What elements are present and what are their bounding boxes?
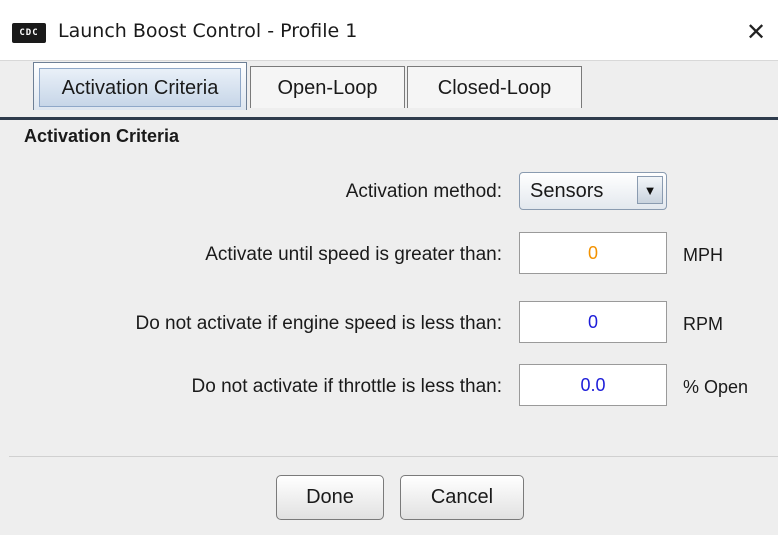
engine-speed-unit-label: RPM: [683, 314, 723, 334]
section-title: Activation Criteria: [24, 126, 180, 146]
speed-threshold-label: Activate until speed is greater than:: [205, 244, 502, 265]
activation-method-label: Activation method:: [345, 181, 502, 202]
activation-method-select[interactable]: Sensors ▼: [519, 172, 667, 210]
done-button[interactable]: Done: [276, 475, 384, 520]
close-icon[interactable]: ✕: [738, 14, 774, 50]
window-title: Launch Boost Control - Profile 1: [58, 20, 358, 42]
tab-closed-loop[interactable]: Closed-Loop: [407, 66, 582, 108]
throttle-threshold-input[interactable]: 0.0: [519, 364, 667, 406]
cancel-button[interactable]: Cancel: [400, 475, 524, 520]
tab-activation-criteria[interactable]: Activation Criteria: [33, 62, 247, 110]
speed-threshold-input[interactable]: 0: [519, 232, 667, 274]
tab-activation-criteria-label: Activation Criteria: [39, 68, 241, 107]
throttle-unit-label: % Open: [683, 377, 749, 397]
app-logo-icon: CDC: [12, 23, 46, 43]
speed-unit-label: MPH: [683, 245, 723, 265]
footer-divider: [9, 456, 778, 457]
title-bar: CDC Launch Boost Control - Profile 1 ✕: [0, 0, 778, 61]
throttle-threshold-label: Do not activate if throttle is less than…: [191, 376, 503, 397]
launch-boost-control-window: CDC Launch Boost Control - Profile 1 ✕ A…: [0, 0, 778, 535]
chevron-down-icon[interactable]: ▼: [637, 176, 663, 204]
activation-method-value: Sensors: [530, 180, 604, 202]
tab-open-loop[interactable]: Open-Loop: [250, 66, 405, 108]
engine-speed-threshold-label: Do not activate if engine speed is less …: [135, 313, 502, 334]
engine-speed-threshold-input[interactable]: 0: [519, 301, 667, 343]
